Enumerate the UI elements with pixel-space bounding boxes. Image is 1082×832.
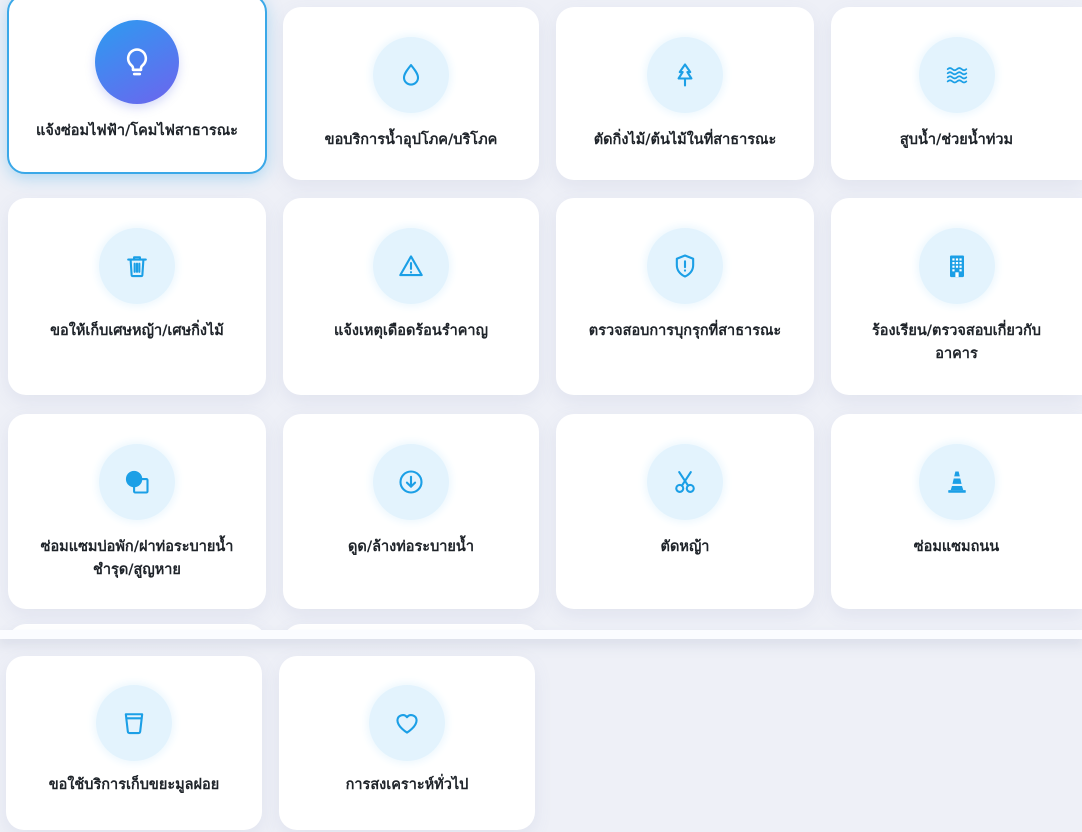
service-card-building-complaint[interactable]: ร้องเรียน/ตรวจสอบเกี่ยวกับ อาคาร — [831, 198, 1082, 395]
service-card-general-welfare[interactable]: การสงเคราะห์ทั่วไป — [279, 656, 535, 830]
service-label: ขอบริการน้ำอุปโภค/บริโภค — [283, 129, 539, 152]
service-label: สูบน้ำ/ช่วยน้ำท่วม — [831, 129, 1082, 152]
icon-circle — [373, 228, 449, 304]
service-label: แจ้งซ่อมไฟฟ้า/โคมไฟสาธารณะ — [9, 120, 265, 143]
arrow-down-circle-icon — [399, 470, 423, 494]
service-label-line: ตรวจสอบการบุกรุกที่สาธารณะ — [588, 323, 782, 339]
icon-circle — [647, 37, 723, 113]
service-card-water-supply[interactable]: ขอบริการน้ำอุปโภค/บริโภค — [283, 7, 539, 180]
service-label-line: แจ้งเหตุเดือดร้อนรำคาญ — [334, 323, 488, 339]
icon-circle — [918, 228, 995, 304]
icon-circle — [369, 685, 445, 761]
service-label: ขอให้เก็บเศษหญ้า/เศษกิ่งไม้ — [8, 320, 266, 343]
service-card-manhole-repair[interactable]: ซ่อมแซมบ่อพัก/ฝาท่อระบายน้ำ ชำรุด/สูญหาย — [8, 414, 266, 609]
section-divider — [0, 630, 1082, 639]
lightbulb-icon — [126, 48, 148, 76]
service-label: การสงเคราะห์ทั่วไป — [279, 774, 535, 797]
bin-icon — [124, 713, 144, 735]
service-label: ซ่อมแซมบ่อพัก/ฝาท่อระบายน้ำ ชำรุด/สูญหาย — [8, 536, 266, 582]
service-label-line: ตัดกิ่งไม้/ต้นไม้ในที่สาธารณะ — [593, 132, 777, 148]
icon-circle — [647, 228, 723, 304]
service-label: ตัดหญ้า — [556, 536, 814, 559]
service-label-line: ดูด/ล้างท่อระบายน้ำ — [348, 539, 474, 555]
service-grid-bottom: ขอใช้บริการเก็บขยะมูลฝอย การสงเคราะห์ทั่… — [0, 639, 1082, 832]
service-label-line: อาคาร — [935, 346, 978, 362]
service-label: ตัดกิ่งไม้/ต้นไม้ในที่สาธารณะ — [556, 129, 814, 152]
service-card-waste-collection[interactable]: ขอใช้บริการเก็บขยะมูลฝอย — [6, 656, 262, 830]
service-label: ตรวจสอบการบุกรุกที่สาธารณะ — [556, 320, 814, 343]
service-label-line: ซ่อมแซมบ่อพัก/ฝาท่อระบายน้ำ — [40, 539, 234, 555]
service-card-drain-cleaning[interactable]: ดูด/ล้างท่อระบายน้ำ — [283, 414, 539, 609]
icon-circle — [647, 444, 723, 520]
service-label: ขอใช้บริการเก็บขยะมูลฝอย — [6, 774, 262, 797]
service-card-grass-cutting[interactable]: ตัดหญ้า — [556, 414, 814, 609]
icon-circle — [99, 228, 175, 304]
water-drop-icon — [402, 64, 420, 86]
waves-icon — [946, 67, 967, 84]
shapes-icon — [125, 470, 149, 494]
tree-icon — [677, 63, 693, 87]
service-card-flood-pumping[interactable]: สูบน้ำ/ช่วยน้ำท่วม — [831, 7, 1082, 180]
building-icon — [949, 255, 964, 278]
service-label-line: ตัดหญ้า — [660, 539, 710, 555]
service-card-nuisance-report[interactable]: แจ้งเหตุเดือดร้อนรำคาญ — [283, 198, 539, 395]
icon-circle — [918, 37, 995, 113]
heart-icon — [396, 714, 418, 734]
service-label-line: แจ้งซ่อมไฟฟ้า/โคมไฟสาธารณะ — [36, 123, 238, 139]
service-card-debris-collection[interactable]: ขอให้เก็บเศษหญ้า/เศษกิ่งไม้ — [8, 198, 266, 395]
service-label-line: ขอใช้บริการเก็บขยะมูลฝอย — [48, 777, 220, 793]
traffic-cone-icon — [947, 471, 966, 493]
warning-icon — [399, 255, 423, 277]
service-label-line: การสงเคราะห์ทั่วไป — [345, 777, 469, 793]
shield-alert-icon — [675, 254, 695, 278]
icon-circle — [95, 20, 179, 104]
icon-circle — [373, 444, 449, 520]
service-card-road-repair[interactable]: ซ่อมแซมถนน — [831, 414, 1082, 609]
service-label-line: ซ่อมแซมถนน — [913, 539, 1000, 555]
icon-circle — [96, 685, 172, 761]
service-card-electric-repair[interactable]: แจ้งซ่อมไฟฟ้า/โคมไฟสาธารณะ — [7, 0, 267, 174]
service-label: แจ้งเหตุเดือดร้อนรำคาญ — [283, 320, 539, 343]
trash-icon — [127, 256, 147, 278]
service-label-line: ชำรุด/สูญหาย — [93, 562, 181, 578]
icon-circle — [918, 444, 995, 520]
service-label-line: ร้องเรียน/ตรวจสอบเกี่ยวกับ — [872, 323, 1041, 339]
service-label: ร้องเรียน/ตรวจสอบเกี่ยวกับ อาคาร — [831, 320, 1082, 366]
service-card-tree-trimming[interactable]: ตัดกิ่งไม้/ต้นไม้ในที่สาธารณะ — [556, 7, 814, 180]
service-label-line: ขอบริการน้ำอุปโภค/บริโภค — [324, 132, 498, 148]
icon-circle — [99, 444, 175, 520]
service-label-line: ขอให้เก็บเศษหญ้า/เศษกิ่งไม้ — [50, 323, 224, 339]
service-card-encroachment-check[interactable]: ตรวจสอบการบุกรุกที่สาธารณะ — [556, 198, 814, 395]
icon-circle — [373, 37, 449, 113]
service-label-line: สูบน้ำ/ช่วยน้ำท่วม — [899, 132, 1014, 148]
service-label: ซ่อมแซมถนน — [831, 536, 1082, 559]
scissors-icon — [675, 471, 695, 493]
service-grid-top: แจ้งซ่อมไฟฟ้า/โคมไฟสาธารณะ ขอบริการน้ำอุ… — [0, 0, 1082, 630]
service-label: ดูด/ล้างท่อระบายน้ำ — [283, 536, 539, 559]
